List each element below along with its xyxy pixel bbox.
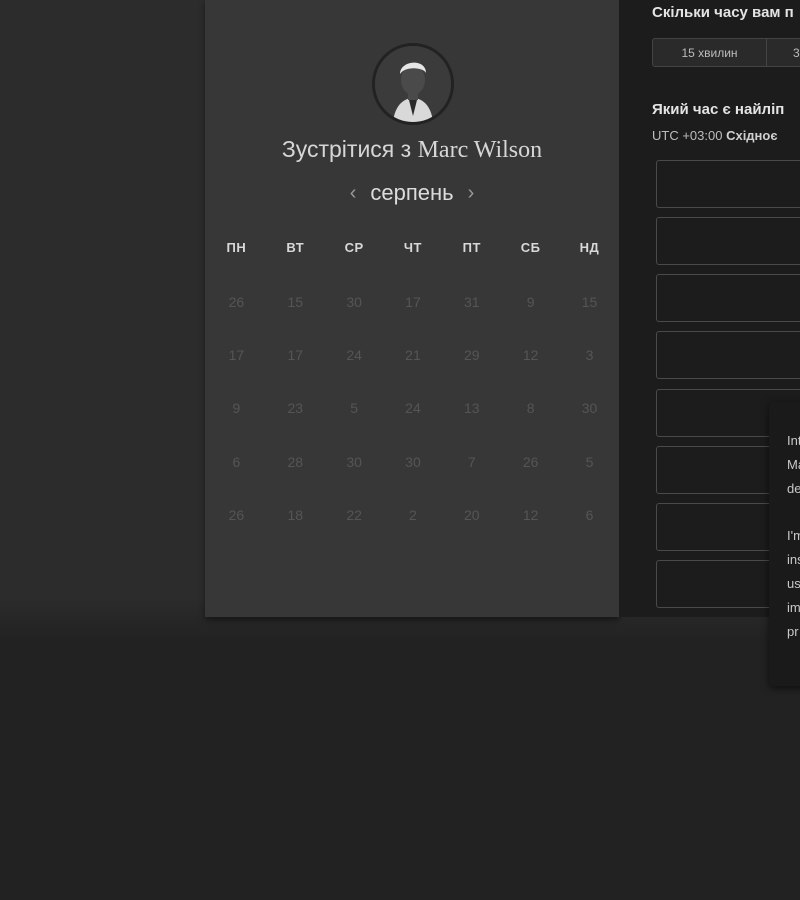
duration-option-15[interactable]: 15 хвилин bbox=[652, 38, 767, 67]
month-navigation: ‹ серпень › bbox=[205, 180, 619, 206]
weekday-label: ЧТ bbox=[403, 240, 422, 255]
host-calendar-card: Зустрітися з Marc Wilson ‹ серпень › ПН … bbox=[205, 0, 619, 617]
time-question: Який час є найліп bbox=[652, 101, 785, 118]
tooltip-text-line: Ma bbox=[787, 457, 800, 472]
calendar-day[interactable]: 17 bbox=[266, 347, 325, 363]
calendar-day[interactable]: 17 bbox=[207, 347, 266, 363]
weekday-label: СР bbox=[344, 240, 364, 255]
calendar-day[interactable]: 20 bbox=[442, 507, 501, 523]
time-slot-button[interactable] bbox=[656, 274, 800, 322]
calendar-week-row: 26 18 22 2 20 12 6 bbox=[207, 507, 619, 523]
calendar-day[interactable]: 24 bbox=[384, 400, 443, 416]
tooltip-text-line: im bbox=[787, 600, 800, 615]
time-slot-button[interactable] bbox=[656, 217, 800, 265]
host-avatar-image bbox=[375, 46, 451, 122]
calendar-day[interactable]: 13 bbox=[442, 400, 501, 416]
host-name: Marc Wilson bbox=[417, 137, 543, 163]
chevron-left-icon[interactable]: ‹ bbox=[350, 183, 357, 203]
meeting-title-prefix: Зустрітися з bbox=[281, 136, 412, 162]
weekday-header: ПН ВТ СР ЧТ ПТ СБ НД bbox=[207, 240, 619, 255]
calendar-day[interactable]: 30 bbox=[325, 294, 384, 310]
calendar-week-row: 17 17 24 21 29 12 3 bbox=[207, 347, 619, 363]
tooltip-text-line: ins bbox=[787, 552, 800, 567]
calendar-day[interactable]: 15 bbox=[266, 294, 325, 310]
timezone-name: Східноє bbox=[726, 128, 778, 143]
calendar-day[interactable]: 9 bbox=[207, 400, 266, 416]
calendar-day[interactable]: 18 bbox=[266, 507, 325, 523]
tooltip-text-line: us bbox=[787, 576, 800, 591]
tooltip-text-line: I'm bbox=[787, 528, 800, 543]
chevron-right-icon[interactable]: › bbox=[468, 183, 475, 203]
calendar-day[interactable]: 29 bbox=[442, 347, 501, 363]
calendar-day[interactable]: 12 bbox=[501, 507, 560, 523]
calendar-day[interactable]: 6 bbox=[560, 507, 619, 523]
weekday-label: ПТ bbox=[462, 240, 481, 255]
weekday-label: СБ bbox=[520, 240, 541, 255]
calendar-week-row: 6 28 30 30 7 26 5 bbox=[207, 454, 619, 470]
calendar-day[interactable]: 8 bbox=[501, 400, 560, 416]
calendar-day[interactable]: 5 bbox=[560, 454, 619, 470]
tooltip-text-line: de bbox=[787, 481, 800, 496]
calendar-day[interactable]: 15 bbox=[560, 294, 619, 310]
weekday-label: НД bbox=[579, 240, 600, 255]
weekday-label: ПН bbox=[226, 240, 247, 255]
duration-selector: 15 хвилин 3 bbox=[652, 38, 800, 68]
calendar-day[interactable]: 31 bbox=[442, 294, 501, 310]
calendar-day[interactable]: 3 bbox=[560, 347, 619, 363]
calendar-week-row: 26 15 30 17 31 9 15 bbox=[207, 294, 619, 310]
calendar-day[interactable]: 30 bbox=[325, 454, 384, 470]
meeting-title: Зустрітися з Marc Wilson bbox=[205, 136, 619, 164]
duration-option-30[interactable]: 3 bbox=[767, 38, 800, 67]
host-info-tooltip: Int Ma de I'm ins us im pr bbox=[769, 402, 800, 686]
calendar-day[interactable]: 7 bbox=[442, 454, 501, 470]
calendar-week-row: 9 23 5 24 13 8 30 bbox=[207, 400, 619, 416]
time-slot-button[interactable] bbox=[656, 160, 800, 208]
calendar-day[interactable]: 17 bbox=[384, 294, 443, 310]
calendar-day[interactable]: 23 bbox=[266, 400, 325, 416]
duration-question: Скільки часу вам п bbox=[652, 4, 794, 21]
calendar-day[interactable]: 9 bbox=[501, 294, 560, 310]
month-label: серпень bbox=[370, 180, 454, 205]
calendar-day[interactable]: 12 bbox=[501, 347, 560, 363]
timezone-offset: UTC +03:00 bbox=[652, 128, 723, 143]
calendar-day[interactable]: 21 bbox=[384, 347, 443, 363]
tooltip-text-line: pr bbox=[787, 624, 799, 639]
calendar-day[interactable]: 26 bbox=[207, 507, 266, 523]
timezone-label: UTC +03:00 Східноє bbox=[652, 128, 778, 143]
weekday-label: ВТ bbox=[286, 240, 305, 255]
calendar-day[interactable]: 24 bbox=[325, 347, 384, 363]
tooltip-text-line: Int bbox=[787, 433, 800, 448]
calendar-day[interactable]: 30 bbox=[560, 400, 619, 416]
calendar-day[interactable]: 6 bbox=[207, 454, 266, 470]
calendar-day[interactable]: 22 bbox=[325, 507, 384, 523]
host-avatar bbox=[372, 43, 454, 125]
calendar-day[interactable]: 30 bbox=[384, 454, 443, 470]
calendar-day[interactable]: 5 bbox=[325, 400, 384, 416]
time-slot-button[interactable] bbox=[656, 331, 800, 379]
calendar-day[interactable]: 26 bbox=[207, 294, 266, 310]
calendar-day[interactable]: 26 bbox=[501, 454, 560, 470]
calendar-day[interactable]: 2 bbox=[384, 507, 443, 523]
calendar-day[interactable]: 28 bbox=[266, 454, 325, 470]
